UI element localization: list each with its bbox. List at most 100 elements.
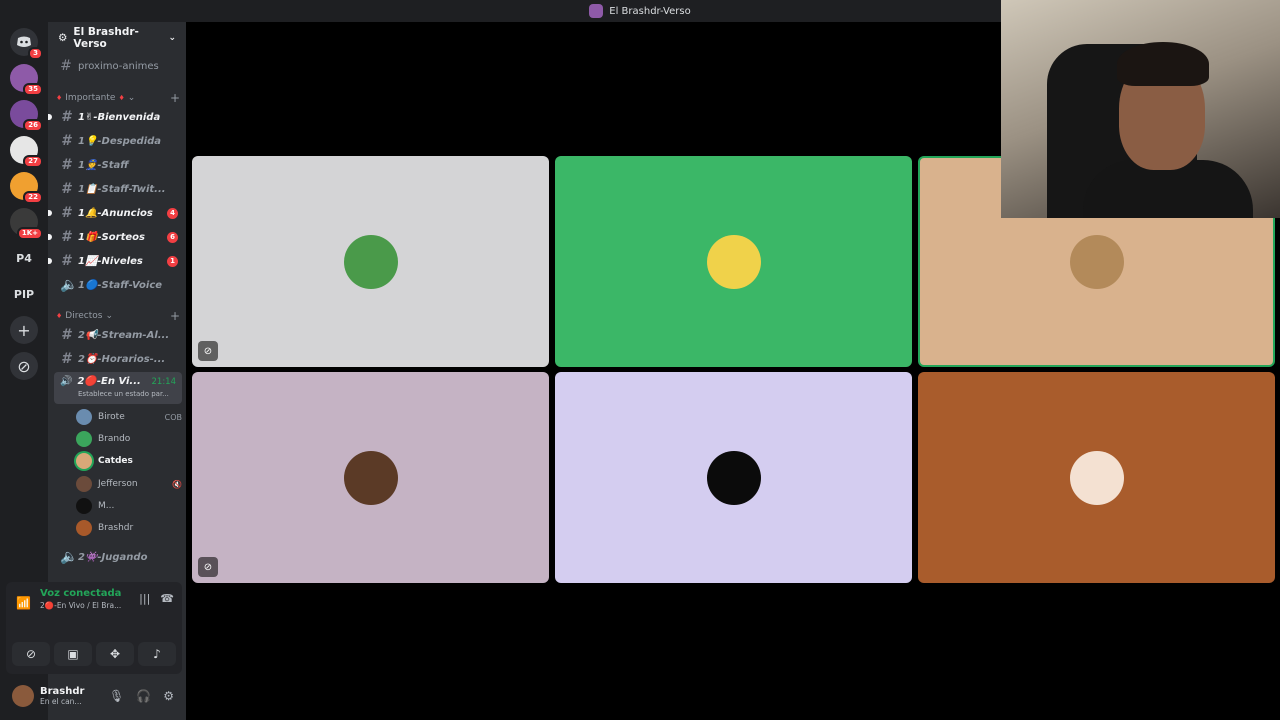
chevron-down-icon: ⌄: [105, 311, 113, 321]
avatar: [1069, 450, 1124, 505]
channel-horarios[interactable]: #2⏰-Horarios-...: [54, 348, 182, 370]
user-tag: COB: [164, 412, 182, 422]
participant-tile[interactable]: ⊘: [192, 156, 549, 367]
channel-label: 1📈-Niveles: [78, 255, 143, 267]
muted-icon: ⊘: [198, 557, 218, 577]
speaker-icon: 🔊: [60, 376, 73, 387]
channel-label: 2👾-Jugando: [78, 551, 148, 563]
server-icon-2[interactable]: 26: [10, 100, 43, 132]
disconnect-icon[interactable]: ☎: [160, 592, 174, 605]
category-directos[interactable]: ♦ Directos ⌄ +: [56, 308, 180, 324]
voice-user[interactable]: Birote COB: [76, 407, 182, 427]
user-panel: Brashdr En el can... 🎙 🎧 ⚙: [6, 678, 182, 714]
gear-icon: ⚙: [58, 32, 68, 44]
avatar: [343, 450, 398, 505]
voice-user-name: Birote: [98, 412, 125, 422]
avatar: [76, 431, 92, 447]
avatar: [76, 520, 92, 536]
microphone-icon[interactable]: 🎙: [109, 689, 124, 703]
voice-user-name: Jefferson: [98, 479, 138, 489]
voice-user[interactable]: Catdes: [76, 451, 182, 471]
channel-label: 1🔔-Anuncios: [78, 207, 153, 219]
soundboard-button[interactable]: ♪: [138, 642, 176, 666]
hash-icon: #: [61, 253, 71, 269]
speaker-icon: 🔈: [60, 277, 78, 293]
mention-badge: 4: [167, 207, 178, 219]
window-title: El Brashdr-Verso: [609, 5, 691, 17]
voice-user-name: Brando: [98, 434, 131, 444]
voice-user[interactable]: M...: [76, 496, 182, 516]
category-importante[interactable]: ♦ Importante ♦ ⌄ +: [56, 90, 180, 106]
server-icon-4[interactable]: 22: [10, 172, 43, 204]
camera-off-button[interactable]: ⊘: [12, 642, 50, 666]
user-name: Brashdr: [40, 686, 85, 697]
dot-icon: ♦: [56, 312, 63, 320]
server-icon-5[interactable]: 1K+: [10, 208, 43, 240]
noise-suppression-icon[interactable]: |||: [139, 592, 150, 605]
server-icon-1[interactable]: 35: [10, 64, 43, 96]
server-pip[interactable]: PIP: [10, 280, 38, 308]
screen-share-button[interactable]: ▣: [54, 642, 92, 666]
channel-sorteos[interactable]: #1🎁-Sorteos 6: [48, 226, 182, 248]
voice-channel-label: 2🔴-En Vi...: [77, 376, 141, 387]
channel-staff-voice[interactable]: 🔈 1🔵-Staff-Voice: [54, 274, 182, 296]
server-icon: [589, 4, 604, 18]
participant-tile[interactable]: [555, 372, 912, 583]
voice-connection-panel: 📶 Voz conectada 2🔴-En Vivo / El Bra... |…: [6, 582, 182, 674]
channel-label: 1🔵-Staff-Voice: [78, 279, 163, 291]
active-voice-channel[interactable]: 🔊 2🔴-En Vi... 21:14 Establece un estado pa…: [54, 372, 182, 404]
channel-despedida[interactable]: #1💡-Despedida: [54, 130, 182, 152]
channel-stream-alerts[interactable]: #2📢-Stream-Al...: [54, 324, 182, 346]
mention-badge: 3: [28, 47, 43, 60]
headphones-icon[interactable]: 🎧: [136, 689, 151, 703]
signal-icon: 📶: [16, 596, 31, 610]
channel-label: 2⏰-Horarios-...: [78, 353, 166, 365]
hash-icon: #: [61, 133, 71, 149]
channel-anuncios[interactable]: #1🔔-Anuncios 4: [48, 202, 182, 224]
unread-indicator: [48, 114, 52, 120]
channel-jugando[interactable]: 🔈 2👾-Jugando: [54, 546, 182, 568]
channel-label: 1🎁-Sorteos: [78, 231, 145, 243]
webcam-overlay: [1001, 0, 1280, 218]
discord-home-icon[interactable]: 3: [10, 28, 43, 60]
voice-user-name: Brashdr: [98, 523, 134, 533]
channel-staff-twit[interactable]: #1📋-Staff-Twit...: [54, 178, 182, 200]
voice-user[interactable]: Jefferson 🔇: [76, 474, 182, 494]
channel-label: 1✌-Bienvenida: [78, 111, 161, 123]
gear-icon[interactable]: ⚙: [163, 689, 174, 703]
server-icon-3[interactable]: 27: [10, 136, 43, 168]
add-server-icon[interactable]: +: [10, 316, 38, 344]
mention-badge: 22: [23, 191, 43, 204]
voice-status-text[interactable]: Establece un estado par...: [60, 390, 176, 398]
avatar: [76, 453, 92, 469]
channel-label: 1💡-Despedida: [78, 135, 162, 147]
avatar: [76, 476, 92, 492]
mention-badge: 35: [23, 83, 43, 96]
chevron-down-icon: ⌄: [168, 33, 176, 43]
channel-staff[interactable]: #1👮-Staff: [54, 154, 182, 176]
server-name: El Brashdr-Verso: [73, 26, 139, 50]
user-status: En el can...: [40, 697, 82, 706]
add-channel-icon[interactable]: +: [170, 309, 180, 323]
person-hair: [1117, 42, 1209, 86]
channel-proximo-animes[interactable]: # proximo-animes: [54, 55, 182, 77]
discover-icon[interactable]: ⊘: [10, 352, 38, 380]
voice-user[interactable]: Brashdr: [76, 518, 182, 538]
activities-button[interactable]: ✥: [96, 642, 134, 666]
avatar[interactable]: [12, 685, 34, 707]
participant-tile[interactable]: [555, 156, 912, 367]
participant-tile[interactable]: ⊘: [192, 372, 549, 583]
avatar: [76, 409, 92, 425]
channel-bienvenida[interactable]: #1✌-Bienvenida: [48, 106, 182, 128]
add-channel-icon[interactable]: +: [170, 91, 180, 105]
category-label: Importante: [65, 93, 116, 103]
participant-tile[interactable]: [918, 372, 1275, 583]
server-p4[interactable]: P4: [10, 244, 38, 272]
hash-icon: #: [61, 181, 71, 197]
dot-icon: ♦: [56, 94, 63, 102]
muted-icon: ⊘: [198, 341, 218, 361]
server-header[interactable]: ⚙ El Brashdr-Verso ⌄: [48, 22, 186, 54]
channel-niveles[interactable]: #1📈-Niveles 1: [48, 250, 182, 272]
unread-indicator: [48, 210, 52, 216]
voice-user[interactable]: Brando: [76, 429, 182, 449]
